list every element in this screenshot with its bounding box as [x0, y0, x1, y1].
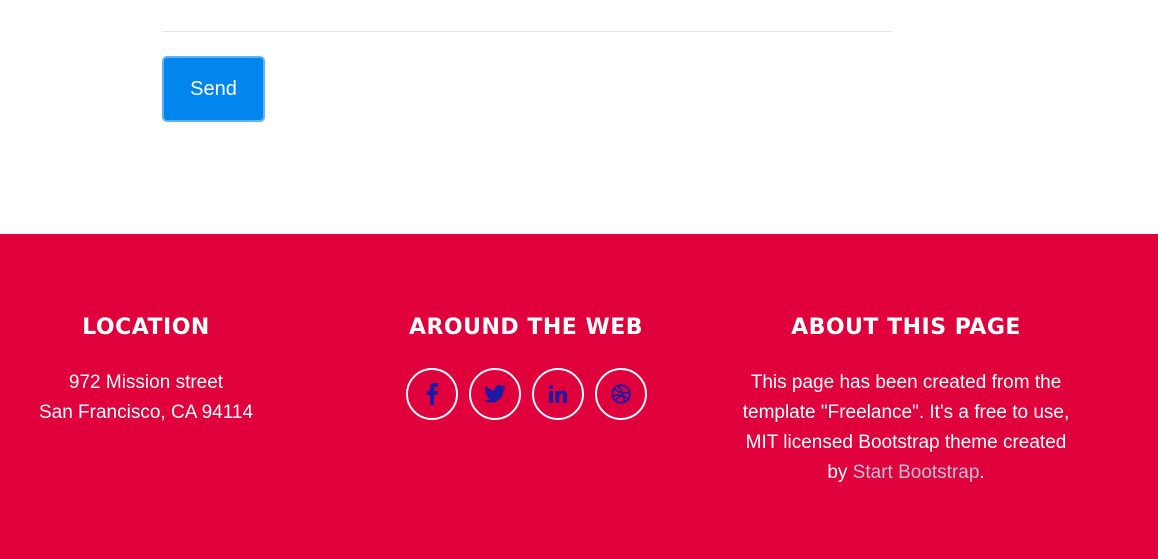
- social-links: [380, 368, 672, 420]
- about-line-1: This page has been created from the: [750, 372, 1062, 393]
- about-line-4-suffix: .: [979, 462, 985, 483]
- location-column: LOCATION 972 Mission street San Francisc…: [0, 234, 292, 428]
- start-bootstrap-link[interactable]: Start Bootstrap: [853, 462, 980, 483]
- linkedin-icon: [548, 385, 567, 403]
- dribbble-link[interactable]: [594, 368, 647, 420]
- facebook-link[interactable]: [405, 368, 458, 420]
- twitter-icon: [483, 385, 506, 403]
- about-text: This page has been created from the temp…: [726, 368, 1086, 488]
- send-button[interactable]: Send: [162, 56, 265, 122]
- location-heading: LOCATION: [82, 315, 210, 340]
- about-line-4-prefix: by: [827, 462, 853, 483]
- about-line-2: template "Freelance". It's a free to use…: [742, 402, 1070, 423]
- location-address: 972 Mission street San Francisco, CA 941…: [0, 368, 292, 428]
- dribbble-icon: [610, 384, 631, 404]
- about-heading: ABOUT THIS PAGE: [791, 315, 1021, 340]
- around-the-web-column: AROUND THE WEB: [380, 234, 672, 420]
- address-line-1: 972 Mission street: [68, 372, 224, 393]
- address-line-2: San Francisco, CA 94114: [38, 402, 254, 423]
- contact-form-section: Send: [0, 0, 1158, 234]
- footer: LOCATION 972 Mission street San Francisc…: [0, 234, 1158, 559]
- around-the-web-heading: AROUND THE WEB: [408, 315, 644, 340]
- about-line-3: MIT licensed Bootstrap theme created: [745, 432, 1067, 453]
- twitter-link[interactable]: [468, 368, 521, 420]
- facebook-icon: [426, 383, 438, 405]
- message-field-underline[interactable]: [162, 31, 892, 32]
- about-column: ABOUT THIS PAGE This page has been creat…: [726, 234, 1086, 488]
- linkedin-link[interactable]: [531, 368, 584, 420]
